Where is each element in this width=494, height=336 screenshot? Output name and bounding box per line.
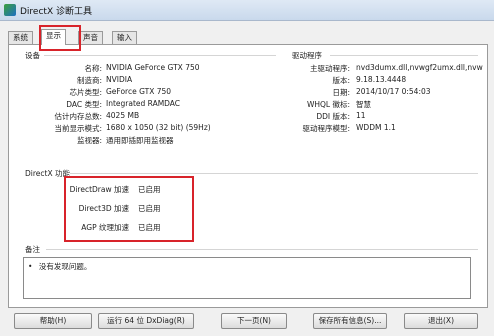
driver-version-label: 版本: (332, 76, 350, 85)
title-bar: DirectX 诊断工具 (0, 0, 494, 21)
notes-item-text: 没有发现问题。 (38, 262, 92, 271)
driver-main-label: 主驱动程序: (309, 64, 350, 73)
notes-section-divider (46, 249, 478, 250)
device-monitor-label: 监视器: (76, 136, 102, 145)
driver-ddi-value: 11 (356, 111, 366, 120)
device-memory-value: 4025 MB (106, 111, 140, 120)
notes-item: • 没有发现问题。 (28, 261, 91, 272)
tab-sound[interactable]: 声音 (78, 31, 103, 44)
driver-main-value: nvd3dumx.dll,nvwgf2umx.dll,nvw (356, 63, 483, 72)
run-64bit-dxdiag-button[interactable]: 运行 64 位 DxDiag(R) (98, 313, 194, 329)
notes-section-title: 备注 (25, 245, 40, 254)
driver-date-value: 2014/10/17 0:54:03 (356, 87, 431, 96)
directx-app-icon (4, 4, 16, 16)
driver-ddi-label: DDI 版本: (316, 112, 350, 121)
device-section-divider (44, 55, 276, 56)
window-title: DirectX 诊断工具 (20, 7, 92, 17)
device-name-label: 名称: (84, 64, 102, 73)
save-all-info-button[interactable]: 保存所有信息(S)... (313, 313, 387, 329)
feature-agp-status: 已启用 (138, 223, 161, 232)
exit-button[interactable]: 退出(X) (404, 313, 478, 329)
notes-box[interactable]: • 没有发现问题。 (23, 257, 471, 299)
features-section-title: DirectX 功能 (25, 169, 70, 178)
next-page-button[interactable]: 下一页(N) (221, 313, 287, 329)
driver-date-label: 日期: (332, 88, 350, 97)
feature-directdraw-label: DirectDraw 加速 (69, 185, 129, 194)
drivers-section-divider (330, 55, 478, 56)
tab-system[interactable]: 系统 (8, 31, 33, 44)
device-dac-label: DAC 类型: (66, 100, 102, 109)
device-manufacturer-value: NVIDIA (106, 75, 133, 84)
driver-model-value: WDDM 1.1 (356, 123, 396, 132)
driver-version-value: 9.18.13.4448 (356, 75, 407, 84)
feature-direct3d-status: 已启用 (138, 204, 161, 213)
device-display-mode-value: 1680 x 1050 (32 bit) (59Hz) (106, 123, 211, 132)
driver-model-label: 驱动程序模型: (302, 124, 350, 133)
device-chip-value: GeForce GTX 750 (106, 87, 172, 96)
device-name-value: NVIDIA GeForce GTX 750 (106, 63, 200, 72)
device-manufacturer-label: 制造商: (76, 76, 102, 85)
device-monitor-value: 通用即插即用监视器 (106, 136, 174, 145)
driver-whql-value: 智慧 (356, 100, 371, 109)
help-button[interactable]: 帮助(H) (14, 313, 92, 329)
feature-direct3d-label: Direct3D 加速 (78, 204, 129, 213)
device-dac-value: Integrated RAMDAC (106, 99, 181, 108)
device-display-mode-label: 当前显示模式: (54, 124, 102, 133)
feature-agp-label: AGP 纹理加速 (81, 223, 129, 232)
drivers-section-title: 驱动程序 (292, 51, 322, 60)
device-memory-label: 估计内存总数: (54, 112, 102, 121)
device-chip-label: 芯片类型: (69, 88, 102, 97)
bullet-icon: • (28, 262, 33, 271)
features-section-divider (70, 173, 478, 174)
tab-display[interactable]: 显示 (41, 29, 66, 45)
driver-whql-label: WHQL 徽标: (306, 100, 350, 109)
tab-input[interactable]: 输入 (112, 31, 137, 44)
device-section-title: 设备 (25, 51, 40, 60)
feature-directdraw-status: 已启用 (138, 185, 161, 194)
